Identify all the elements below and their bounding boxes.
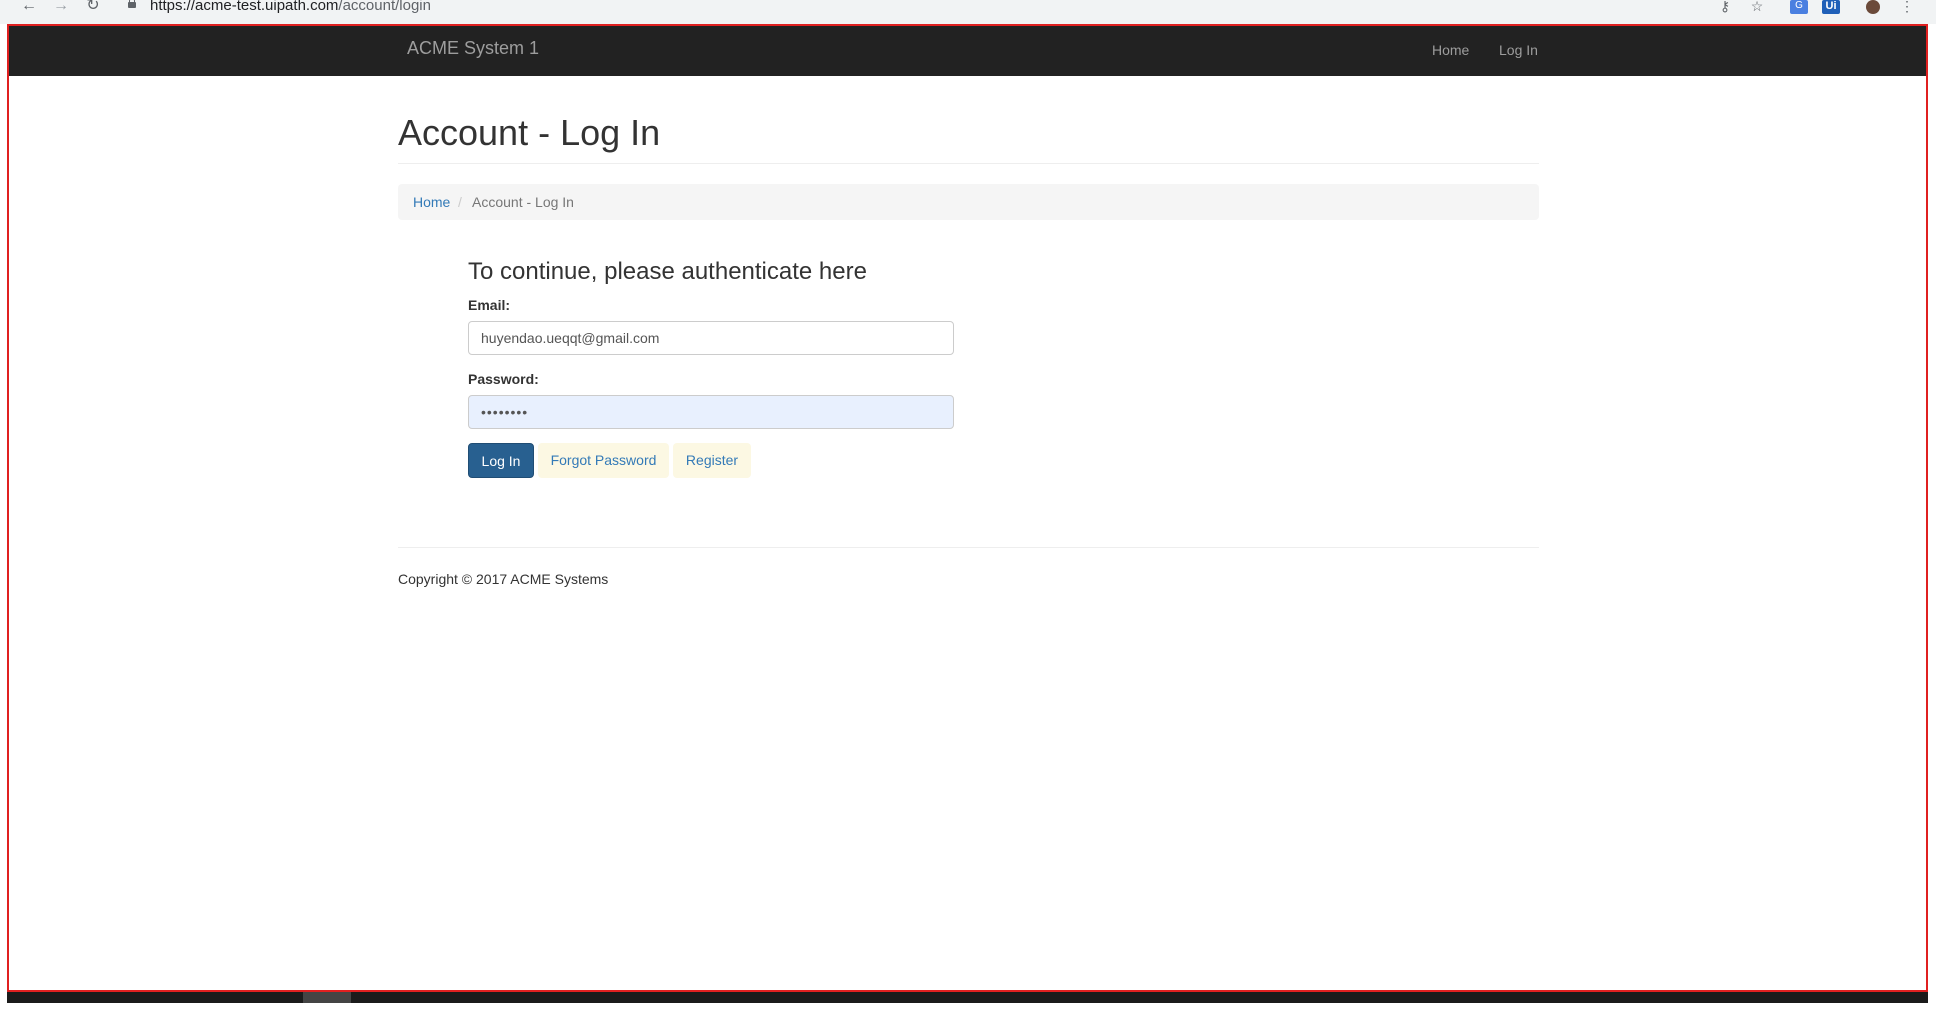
selection-frame: [7, 24, 1928, 992]
password-field[interactable]: ••••••••: [468, 395, 954, 429]
footer-divider: [398, 547, 1539, 548]
forgot-password-button[interactable]: Forgot Password: [538, 443, 669, 478]
ui-extension-icon[interactable]: Ui: [1822, 0, 1840, 14]
browser-toolbar: ← → ↻ https://acme-test.uipath.com/accou…: [0, 0, 1936, 24]
email-field[interactable]: huyendao.ueqqt@gmail.com: [468, 321, 954, 355]
register-button[interactable]: Register: [673, 443, 751, 478]
form-heading: To continue, please authenticate here: [468, 258, 867, 285]
menu-icon[interactable]: ⋮: [1898, 0, 1916, 14]
translate-icon[interactable]: G: [1790, 0, 1808, 14]
star-icon[interactable]: ☆: [1748, 0, 1766, 14]
title-divider: [398, 163, 1539, 164]
login-button[interactable]: Log In: [468, 443, 534, 478]
profile-avatar[interactable]: [1866, 0, 1880, 14]
taskbar-item[interactable]: [303, 992, 351, 1003]
password-label: Password:: [468, 371, 539, 387]
back-icon[interactable]: ←: [18, 0, 40, 14]
url-path: /account/login: [338, 0, 431, 14]
brand-logo[interactable]: ACME System 1: [407, 38, 539, 59]
breadcrumb-current: Account - Log In: [472, 194, 574, 210]
nav-login-link[interactable]: Log In: [1499, 42, 1538, 58]
footer-copyright: Copyright © 2017 ACME Systems: [398, 571, 609, 587]
breadcrumb: Home / Account - Log In: [398, 184, 1539, 220]
page-title: Account - Log In: [398, 112, 661, 153]
url-host: https://acme-test.uipath.com: [150, 0, 339, 14]
lock-icon[interactable]: [128, 0, 136, 8]
email-label: Email:: [468, 297, 511, 313]
top-navbar: ACME System 1 Home Log In: [9, 26, 1926, 76]
forward-icon[interactable]: →: [50, 0, 72, 14]
key-icon[interactable]: ⚷: [1716, 0, 1734, 14]
nav-home-link[interactable]: Home: [1432, 42, 1469, 58]
breadcrumb-separator: /: [458, 194, 462, 210]
breadcrumb-home-link[interactable]: Home: [413, 184, 450, 220]
address-url[interactable]: https://acme-test.uipath.com/account/log…: [150, 0, 431, 14]
reload-icon[interactable]: ↻: [82, 0, 104, 14]
taskbar: [7, 992, 1928, 1003]
